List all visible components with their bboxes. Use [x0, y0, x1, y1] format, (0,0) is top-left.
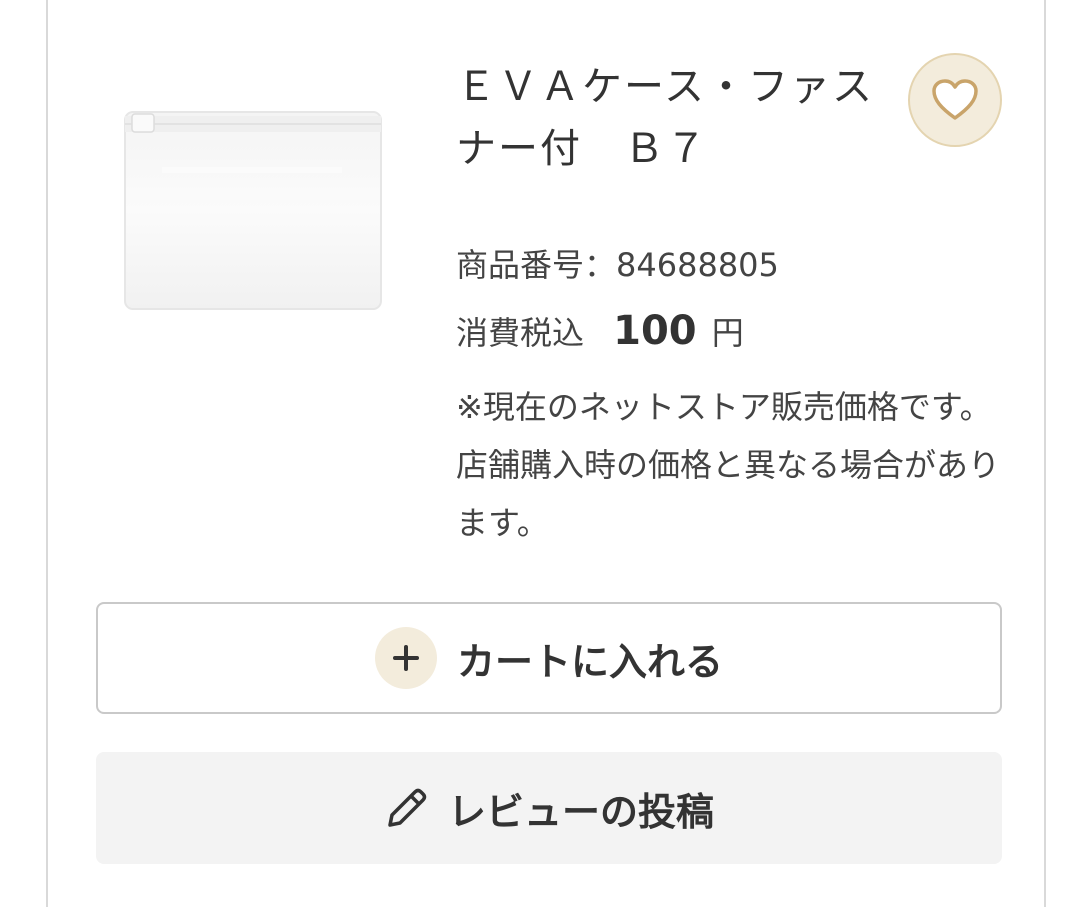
price-note: ※現在のネットストア販売価格です。店舗購入時の価格と異なる場合があります。: [456, 388, 1001, 542]
post-review-button[interactable]: レビューの投稿: [96, 752, 1002, 864]
favorite-button[interactable]: [908, 53, 1002, 147]
sku-value: 84688805: [616, 246, 779, 284]
price-unit: 円: [711, 314, 744, 352]
price-value: 100: [613, 308, 697, 354]
sku-line: 商品番号：84688805: [456, 240, 779, 286]
price-row: 消費税込 100 円: [456, 308, 744, 354]
post-review-label: レビューの投稿: [447, 789, 714, 834]
heart-icon: [932, 79, 978, 120]
product-title: ＥＶＡケース・ファスナー付 Ｂ７: [456, 64, 874, 172]
add-to-cart-button[interactable]: カートに入れる: [96, 602, 1002, 714]
price-label: 消費税込: [456, 314, 585, 352]
add-to-cart-label: カートに入れる: [456, 639, 723, 684]
product-image[interactable]: [122, 110, 384, 312]
plus-icon: [374, 627, 437, 689]
eva-case-pouch-image: [124, 111, 382, 310]
product-card: ＥＶＡケース・ファスナー付 Ｂ７ 商品番号：84688805 消費税込 100 …: [46, 0, 1046, 907]
pencil-icon: [388, 788, 427, 827]
sku-label: 商品番号：: [456, 246, 617, 284]
